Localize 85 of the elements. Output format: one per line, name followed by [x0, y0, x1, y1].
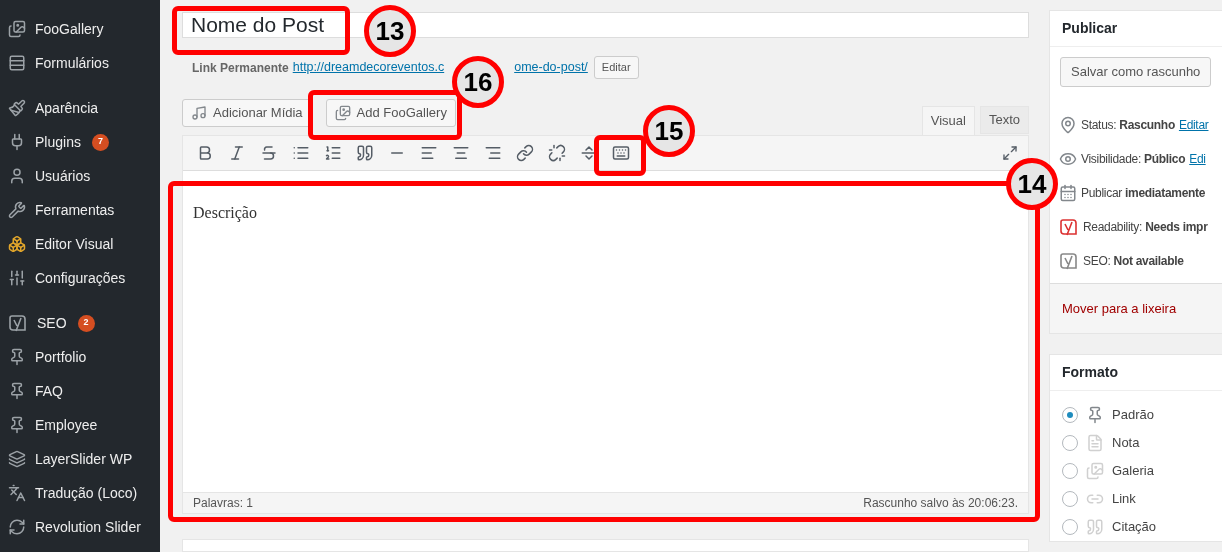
refresh-icon — [8, 518, 26, 536]
panel-title: Formato — [1050, 355, 1222, 391]
pin-icon — [8, 382, 26, 400]
format-label: Nota — [1112, 434, 1140, 453]
align-center-icon[interactable] — [451, 144, 470, 162]
sidebar-item[interactable]: Employee — [0, 408, 160, 442]
sidebar-item[interactable]: Usuários — [0, 159, 160, 193]
callout-number: 16 — [452, 56, 504, 108]
eye-icon — [1059, 150, 1077, 168]
publish-status: Visibilidade: Público — [1081, 151, 1186, 168]
editor-tab[interactable]: Visual — [921, 106, 975, 135]
sidebar-item[interactable]: Editor Visual — [0, 227, 160, 261]
radio-button[interactable] — [1062, 491, 1078, 507]
format-label: Galeria — [1112, 462, 1154, 481]
sidebar-item[interactable]: Aparência — [0, 91, 160, 125]
word-count: Palavras: 1 — [193, 495, 254, 512]
sidebar-item[interactable]: LayerSlider WP — [0, 442, 160, 476]
callout-number: 13 — [364, 5, 416, 57]
sidebar-item[interactable]: Configurações — [0, 261, 160, 295]
autosave-status: Rascunho salvo às 20:06:23. — [863, 495, 1018, 512]
sidebar-item[interactable]: Ferramentas — [0, 193, 160, 227]
paintbrush-icon — [8, 99, 26, 117]
radio-button[interactable] — [1062, 435, 1078, 451]
strikethrough-icon[interactable] — [259, 144, 278, 162]
radio-button[interactable] — [1062, 407, 1078, 423]
form-icon — [8, 54, 26, 72]
sidebar-item[interactable]: FAQ — [0, 374, 160, 408]
gallery-icon — [8, 20, 26, 38]
translate-icon — [8, 484, 26, 502]
sidebar-item[interactable]: SEO 2 — [0, 306, 160, 340]
note-icon — [1086, 434, 1104, 452]
bullet-list-icon[interactable] — [291, 144, 310, 162]
save-draft-button[interactable]: Salvar como rascunho — [1060, 57, 1212, 87]
pin-icon — [1059, 116, 1077, 134]
quote-icon[interactable] — [355, 144, 374, 162]
publish-status: Readability: Needs impr — [1083, 219, 1208, 236]
sidebar-item[interactable]: Revolution Slider — [0, 510, 160, 544]
count-badge: 2 — [77, 314, 95, 332]
layers-icon — [8, 450, 26, 468]
add-gallery-button[interactable]: Add FooGallery — [325, 99, 456, 127]
radio-button[interactable] — [1062, 519, 1078, 535]
permalink-link[interactable]: http://dreamdecoreventos.c — [292, 58, 445, 77]
edit-link[interactable]: Edi — [1189, 150, 1206, 168]
gallery-icon — [1086, 462, 1104, 480]
permalink-link[interactable]: ome-do-post/ — [514, 58, 588, 77]
sidebar-item[interactable]: Tradução (Loco) — [0, 476, 160, 510]
edit-link[interactable]: Editar — [1178, 116, 1209, 134]
panel-title: Publicar — [1050, 11, 1222, 47]
format-label: Padrão — [1112, 406, 1154, 425]
sidebar-item[interactable]: FooGallery — [0, 12, 160, 46]
fullscreen-icon[interactable] — [1002, 145, 1018, 161]
format-label: Link — [1112, 490, 1136, 509]
calendar-icon — [1059, 184, 1077, 202]
quote-icon — [1086, 518, 1104, 536]
pin-icon — [1086, 406, 1104, 424]
sidebar-item[interactable]: Portfolio — [0, 340, 160, 374]
yoast-icon — [8, 313, 28, 333]
publish-status: Status: Rascunho — [1081, 117, 1175, 134]
keyboard-icon[interactable] — [611, 144, 630, 162]
media-icon — [191, 105, 207, 121]
gallery-icon — [334, 105, 351, 121]
pin-icon — [8, 348, 26, 366]
numbered-list-icon[interactable] — [323, 144, 342, 162]
publish-status: SEO: Not available — [1083, 253, 1184, 270]
align-right-icon[interactable] — [483, 144, 502, 162]
align-left-icon[interactable] — [419, 144, 438, 162]
yoast-icon — [1059, 217, 1079, 237]
link-icon[interactable] — [515, 144, 534, 162]
pin-icon — [8, 416, 26, 434]
cubes-icon — [8, 235, 26, 253]
user-icon — [8, 167, 26, 185]
count-badge: 7 — [91, 133, 109, 151]
callout-number: 15 — [643, 105, 695, 157]
unlink-icon[interactable] — [547, 144, 566, 162]
edit-permalink-button[interactable]: Editar — [593, 56, 639, 79]
radio-button[interactable] — [1062, 463, 1078, 479]
sliders-icon — [8, 269, 26, 287]
publish-status: Publicar imediatamente — [1081, 185, 1206, 202]
format-label: Citação — [1112, 518, 1157, 537]
wrench-icon — [8, 201, 26, 219]
yoast-icon — [1059, 251, 1079, 271]
editor-tab[interactable]: Texto — [979, 106, 1029, 134]
sidebar-item[interactable]: Plugins 7 — [0, 125, 160, 159]
permalink-label: Link Permanente — [192, 59, 289, 77]
sidebar-item[interactable]: Formulários — [0, 46, 160, 80]
